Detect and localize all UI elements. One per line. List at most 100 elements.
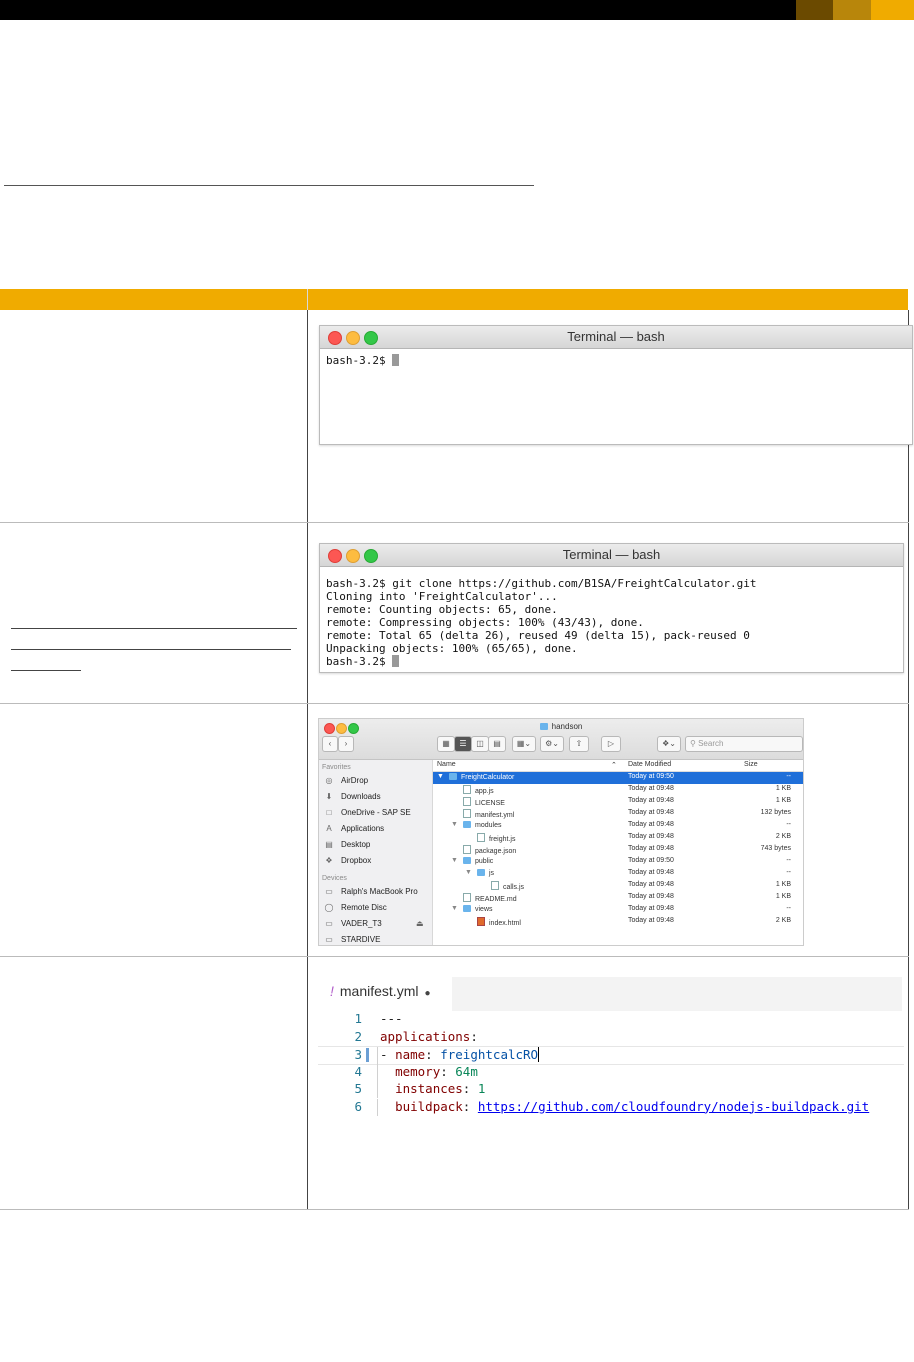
sidebar-item-stardive[interactable]: ▭ STARDIVE	[319, 932, 432, 945]
terminal-line: remote: Total 65 (delta 26), reused 49 (…	[326, 629, 750, 642]
folder-icon	[463, 905, 471, 912]
text-cursor	[538, 1047, 540, 1062]
sidebar-item-airdrop[interactable]: ◎ AirDrop	[319, 773, 432, 789]
column-view-button[interactable]: ◫	[471, 736, 489, 752]
code-line: 2 applications:	[318, 1029, 904, 1046]
sidebar-label: AirDrop	[341, 776, 369, 785]
link-underline-2	[11, 649, 291, 650]
terminal-prompt: bash-3.2$	[326, 354, 393, 367]
sidebar-item-desktop[interactable]: ▤ Desktop	[319, 837, 432, 853]
file-row[interactable]: ▼ js Today at 09:48 --	[433, 868, 803, 880]
cursor-icon	[392, 354, 400, 366]
cover-flow-button[interactable]: ▤	[488, 736, 506, 752]
html-file-icon	[477, 917, 485, 926]
file-row[interactable]: freight.js Today at 09:48 2 KB	[433, 832, 803, 844]
file-row[interactable]: manifest.yml Today at 09:48 132 bytes	[433, 808, 803, 820]
file-row[interactable]: calls.js Today at 09:48 1 KB	[433, 880, 803, 892]
code-token: :	[462, 1098, 478, 1114]
forward-button[interactable]: ›	[338, 736, 354, 752]
file-row[interactable]: ▼ FreightCalculator Today at 09:50 --	[433, 772, 803, 784]
step-2-description	[0, 522, 307, 704]
sidebar-label: STARDIVE	[341, 935, 381, 944]
file-row[interactable]: ▼ modules Today at 09:48 --	[433, 820, 803, 832]
folder-icon: □	[326, 808, 332, 817]
line-code: ---	[380, 1011, 403, 1026]
file-name: views	[475, 906, 493, 913]
yaml-icon: !	[330, 983, 334, 999]
line-number: 4	[354, 1063, 362, 1079]
file-row[interactable]: index.html Today at 09:48 2 KB	[433, 916, 803, 928]
file-size: 1 KB	[775, 797, 791, 804]
file-row[interactable]: ▼ views Today at 09:48 --	[433, 904, 803, 916]
tag-button[interactable]: ▷	[601, 736, 621, 752]
file-row[interactable]: ▼ public Today at 09:50 --	[433, 856, 803, 868]
file-date: Today at 09:48	[628, 893, 674, 900]
sidebar-item-downloads[interactable]: ⬇ Downloads	[319, 789, 432, 805]
eject-icon[interactable]: ⏏	[416, 916, 424, 932]
yml-file-icon	[463, 809, 471, 818]
js-file-icon	[463, 785, 471, 794]
disclosure-icon: ▼	[451, 857, 458, 864]
code-token: memory	[395, 1063, 441, 1079]
sidebar-item-onedrive[interactable]: □ OneDrive - SAP SE	[319, 805, 432, 821]
file-size: 132 bytes	[760, 809, 791, 816]
sidebar-label: Downloads	[341, 792, 381, 801]
action-gear-button[interactable]: ⚙⌄	[540, 736, 564, 752]
column-name[interactable]: Name	[437, 761, 456, 768]
file-date: Today at 09:48	[628, 845, 674, 852]
terminal-titlebar: Terminal — bash	[320, 544, 903, 567]
drive-icon: ▭	[325, 919, 333, 928]
indent-guide	[377, 1063, 378, 1081]
share-button[interactable]: ⇧	[569, 736, 589, 752]
sidebar-label: Desktop	[341, 840, 371, 849]
file-date: Today at 09:48	[628, 785, 674, 792]
file-name: index.html	[489, 920, 521, 927]
sidebar-item-macbook[interactable]: ▭ Ralph's MacBook Pro	[319, 884, 432, 900]
disc-icon: ◯	[324, 903, 334, 912]
disclosure-icon: ▼	[451, 905, 458, 912]
line-number: 6	[354, 1098, 362, 1114]
file-size: --	[786, 821, 791, 828]
arrange-button[interactable]: ▦⌄	[512, 736, 536, 752]
file-size: 1 KB	[775, 785, 791, 792]
file-name: modules	[475, 822, 502, 829]
search-placeholder: Search	[698, 739, 724, 748]
folder-icon	[539, 723, 548, 730]
file-name: LICENSE	[475, 800, 505, 807]
js-file-icon	[491, 881, 499, 890]
terminal-line: remote: Compressing objects: 100% (43/43…	[326, 616, 644, 629]
file-row[interactable]: LICENSE Today at 09:48 1 KB	[433, 796, 803, 808]
icon-view-button[interactable]: ▦	[437, 736, 455, 752]
file-name: public	[475, 858, 494, 865]
file-row[interactable]: app.js Today at 09:48 1 KB	[433, 784, 803, 796]
search-field[interactable]: ⚲ Search	[685, 736, 803, 752]
file-row[interactable]: package.json Today at 09:48 743 bytes	[433, 844, 803, 856]
dropbox-button[interactable]: ❖⌄	[657, 736, 681, 752]
column-date[interactable]: Date Modified	[628, 761, 671, 768]
sidebar-label: OneDrive - SAP SE	[341, 808, 411, 817]
sidebar-item-vader[interactable]: ▭ VADER_T3 ⏏	[319, 916, 432, 932]
applications-icon: A	[326, 824, 332, 833]
header-swatch-2	[833, 0, 871, 20]
file-name: js	[489, 870, 495, 877]
indent-guide	[377, 1047, 378, 1064]
list-view-button[interactable]: ☰	[454, 736, 472, 752]
back-button[interactable]: ‹	[322, 736, 338, 752]
code-token[interactable]: https://github.com/cloudfoundry/nodejs-b…	[478, 1099, 869, 1114]
terminal-line: Cloning into 'FreightCalculator'...	[326, 590, 558, 603]
header-swatch-3	[871, 0, 914, 20]
line-code: instances: 1	[380, 1081, 485, 1096]
file-date: Today at 09:48	[628, 869, 674, 876]
sidebar-item-dropbox[interactable]: ❖ Dropbox	[319, 853, 432, 869]
terminal-titlebar: Terminal — bash	[320, 326, 912, 349]
terminal-prompt: bash-3.2$	[326, 655, 393, 668]
file-row[interactable]: README.md Today at 09:48 1 KB	[433, 892, 803, 904]
column-size[interactable]: Size	[744, 761, 758, 768]
sidebar-item-remote-disc[interactable]: ◯ Remote Disc	[319, 900, 432, 916]
tab-manifest[interactable]: ! manifest.yml ●	[330, 983, 431, 999]
file-date: Today at 09:48	[628, 797, 674, 804]
sidebar-item-applications[interactable]: A Applications	[319, 821, 432, 837]
step-1-description	[0, 310, 307, 523]
